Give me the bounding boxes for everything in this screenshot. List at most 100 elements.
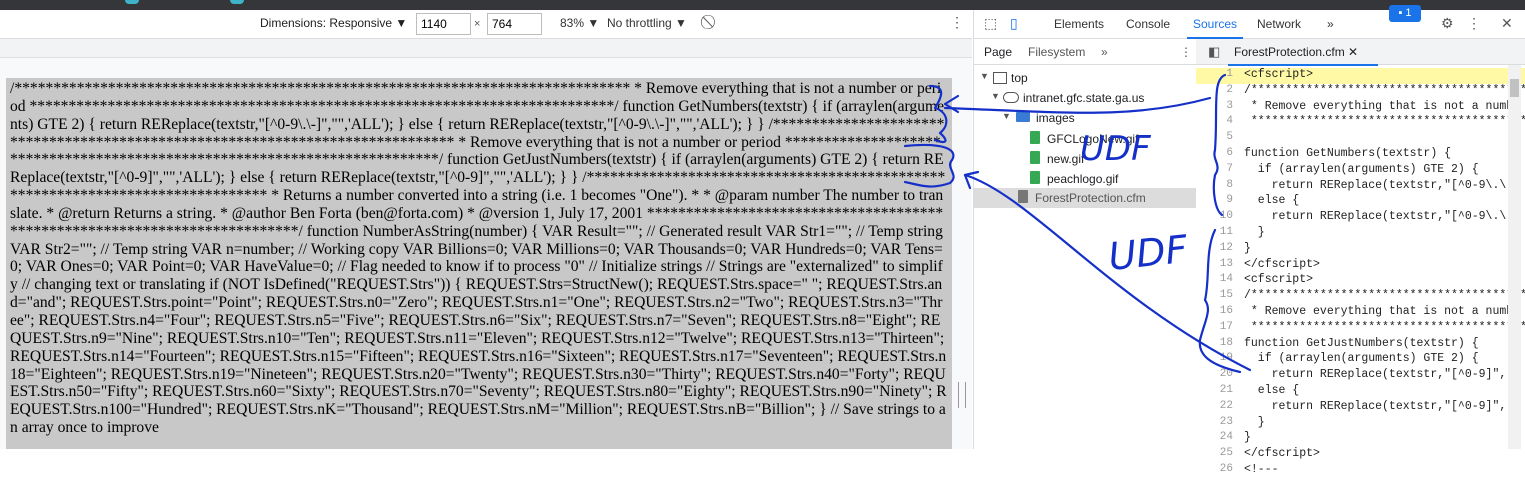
code-line[interactable]: 19 if (arraylen(arguments) GTE 2) { xyxy=(1196,352,1525,368)
line-text: return REReplace(textstr,"[^0-9\.\-] xyxy=(1244,210,1521,224)
expand-arrow-icon[interactable]: ▼ xyxy=(980,71,989,81)
tab-network[interactable]: Network xyxy=(1257,17,1301,31)
tree-item-file[interactable]: GFCLogoNew.gif xyxy=(974,129,1196,149)
tree-item-images[interactable]: ▼ images xyxy=(974,108,1196,128)
code-line[interactable]: 25 </cfscript> xyxy=(1196,447,1525,463)
settings-icon[interactable]: ⚙ xyxy=(1441,15,1454,32)
issues-badge[interactable]: ▪ 1 xyxy=(1389,5,1421,22)
more-options-icon[interactable]: ⋮ xyxy=(950,14,964,31)
zoom-dropdown[interactable]: 83% ▼ xyxy=(560,16,599,30)
code-line[interactable]: 23 } xyxy=(1196,416,1525,432)
line-number: 11 xyxy=(1219,226,1233,238)
code-line[interactable]: 14 <cfscript> xyxy=(1196,273,1525,289)
code-line[interactable]: 22 return REReplace(textstr,"[^0-9]",' xyxy=(1196,400,1525,416)
code-line[interactable]: 2 /**************************************… xyxy=(1196,84,1525,100)
line-text: <cfscript> xyxy=(1244,68,1314,81)
code-line[interactable]: 11 } xyxy=(1196,226,1525,242)
line-text: <cfscript> xyxy=(1244,273,1314,287)
scrollbar-thumb[interactable] xyxy=(1510,79,1519,97)
code-line[interactable]: 26 <!--- xyxy=(1196,463,1525,479)
code-line[interactable]: 3 * Remove everything that is not a numb… xyxy=(1196,100,1525,116)
code-line[interactable]: 5 xyxy=(1196,131,1525,147)
code-line[interactable]: 7 if (arraylen(arguments) GTE 2) { xyxy=(1196,163,1525,179)
line-number: 2 xyxy=(1226,83,1233,96)
tab-console[interactable]: Console xyxy=(1126,17,1170,31)
code-line[interactable]: 21 else { xyxy=(1196,384,1525,400)
device-toggle-icon[interactable]: ▯ xyxy=(1010,15,1018,32)
line-text: * Remove everything that is not a numbe xyxy=(1244,99,1521,113)
line-number: 19 xyxy=(1219,352,1233,365)
code-line[interactable]: 10 return REReplace(textstr,"[^0-9\.\-] xyxy=(1196,210,1525,226)
line-text: return REReplace(textstr,"[^0-9\.\-] xyxy=(1244,178,1521,192)
more-tabs-chevron[interactable]: » xyxy=(1327,17,1334,31)
line-number: 6 xyxy=(1226,147,1233,159)
tab-elements[interactable]: Elements xyxy=(1054,17,1104,31)
line-text: * Remove everything that is not a numbe xyxy=(1244,305,1521,318)
tree-label: new.gif xyxy=(1047,152,1085,166)
dimensions-dropdown[interactable]: Dimensions: Responsive ▼ xyxy=(260,16,407,30)
navigator-tabs: Page Filesystem » ⋮ xyxy=(974,39,1196,65)
code-line[interactable]: 8 return REReplace(textstr,"[^0-9\.\-] xyxy=(1196,179,1525,195)
device-toolbar: Dimensions: Responsive ▼ × 83% ▼ No thro… xyxy=(0,10,972,39)
tree-item-file-selected[interactable]: ForestProtection.cfm xyxy=(974,188,1196,208)
code-lines[interactable]: 1 <cfscript> 2 /***************************… xyxy=(1196,68,1525,476)
expand-arrow-icon[interactable]: ▼ xyxy=(991,91,1000,101)
tab-filesystem[interactable]: Filesystem xyxy=(1028,45,1085,59)
code-line[interactable]: 17 *************************************… xyxy=(1196,321,1525,337)
code-line[interactable]: 12} xyxy=(1196,242,1525,258)
code-line[interactable]: 18 function GetJustNumbers(textstr) { xyxy=(1196,337,1525,353)
navigator-menu-icon[interactable]: ⋮ xyxy=(1180,45,1192,59)
tree-label: GFCLogoNew.gif xyxy=(1047,132,1139,146)
editor-tab-bar: ◧ ForestProtection.cfm ✕ xyxy=(1196,39,1525,66)
line-text: </cfscript> xyxy=(1244,447,1320,461)
tab-indicator xyxy=(125,0,139,4)
code-line[interactable]: 13 </cfscript> xyxy=(1196,258,1525,274)
code-line[interactable]: 9 else { xyxy=(1196,194,1525,210)
line-number: 1 xyxy=(1226,68,1233,80)
more-icon[interactable]: ⋮ xyxy=(1467,15,1481,32)
tree-item-file[interactable]: peachlogo.gif xyxy=(974,169,1196,189)
browser-top-strip xyxy=(0,0,1525,10)
close-tab-icon[interactable]: ✕ xyxy=(1348,45,1358,59)
tree-item-top[interactable]: ▼ top xyxy=(974,68,1196,88)
line-number: 26 xyxy=(1219,463,1233,475)
line-text: function GetJustNumbers(textstr) { xyxy=(1244,336,1479,350)
height-input[interactable] xyxy=(487,13,542,35)
line-number: 14 xyxy=(1219,273,1233,286)
line-number: 7 xyxy=(1226,162,1233,175)
code-line[interactable]: 20 return REReplace(textstr,"[^0-9]",' xyxy=(1196,368,1525,384)
tree-item-domain[interactable]: ▼ intranet.gfc.state.ga.us xyxy=(974,88,1196,108)
viewport-resize-handle[interactable] xyxy=(958,382,966,408)
tree-label: peachlogo.gif xyxy=(1047,172,1119,186)
code-line[interactable]: 16 * Remove everything that is not a num… xyxy=(1196,305,1525,321)
line-number: 10 xyxy=(1219,210,1233,223)
line-text: } xyxy=(1244,415,1265,429)
line-text: function GetNumbers(textstr) { xyxy=(1244,147,1452,160)
tab-indicator xyxy=(230,0,244,4)
tab-sources[interactable]: Sources xyxy=(1186,17,1244,39)
file-icon xyxy=(1018,190,1028,203)
tree-item-file[interactable]: new.gif xyxy=(974,149,1196,169)
line-text: } xyxy=(1244,241,1251,255)
line-text: /***************************************… xyxy=(1244,83,1525,97)
code-line[interactable]: 6 function GetNumbers(textstr) { xyxy=(1196,147,1525,163)
more-navigator-tabs[interactable]: » xyxy=(1101,45,1108,59)
code-line[interactable]: 1 <cfscript> xyxy=(1196,68,1525,84)
code-line[interactable]: 15 /*************************************… xyxy=(1196,289,1525,305)
width-input[interactable] xyxy=(416,13,471,35)
file-tab-label: ForestProtection.cfm xyxy=(1234,45,1345,59)
throttle-dropdown[interactable]: No throttling ▼ xyxy=(607,16,687,30)
toggle-navigator-icon[interactable]: ◧ xyxy=(1208,44,1220,60)
tree-label: top xyxy=(1011,71,1028,85)
file-tab[interactable]: ForestProtection.cfm ✕ xyxy=(1227,45,1379,66)
expand-arrow-icon[interactable]: ▼ xyxy=(1002,111,1011,121)
code-line[interactable]: 4 **************************************… xyxy=(1196,115,1525,131)
close-icon[interactable]: ✕ xyxy=(1501,15,1513,32)
line-number: 4 xyxy=(1226,115,1233,128)
code-editor: ◧ ForestProtection.cfm ✕ 1 <cfscript> 2 /**… xyxy=(1196,39,1525,476)
code-line[interactable]: 24} xyxy=(1196,431,1525,447)
editor-scrollbar[interactable] xyxy=(1508,65,1521,449)
inspect-icon[interactable]: ⬚ xyxy=(984,15,997,32)
tab-page[interactable]: Page xyxy=(984,45,1012,59)
line-number: 15 xyxy=(1219,289,1233,302)
